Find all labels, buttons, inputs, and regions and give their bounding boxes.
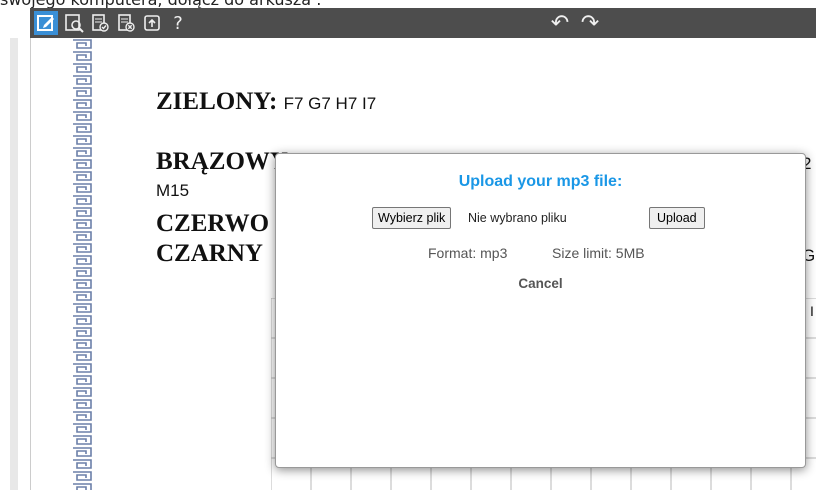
undo-icon[interactable]: ↶ (548, 11, 572, 36)
upload-icon[interactable] (140, 11, 164, 35)
sheet-line-brown: BRĄZOWY (156, 148, 288, 175)
cancel-button[interactable]: Cancel (276, 276, 805, 291)
page-caption: swojego komputera, dołącz do arkusza : (0, 0, 816, 8)
sheet-line-black: CZARNY (156, 240, 263, 267)
upload-dialog: Upload your mp3 file: Wybierz plik Nie w… (275, 153, 806, 468)
dialog-title: Upload your mp3 file: (458, 173, 623, 190)
edit-icon[interactable] (34, 11, 58, 35)
toolbar: ? ↶ ↷ (30, 8, 816, 38)
check-sheet-icon[interactable] (88, 11, 112, 35)
preview-icon[interactable] (62, 11, 86, 35)
help-icon[interactable]: ? (166, 11, 190, 35)
sheet-shadow (10, 38, 18, 490)
sheet-line-red: CZERWO (156, 210, 270, 237)
size-limit-info: Size limit: 5MB (552, 245, 645, 261)
no-file-chosen-text: Nie wybrano pliku (468, 211, 567, 225)
sheet-line-m15: M15 (156, 181, 190, 200)
redo-icon[interactable]: ↷ (578, 11, 602, 36)
sheet-line-green: ZIELONY: F7 G7 H7 I7 (156, 88, 377, 115)
decorative-border (71, 38, 95, 490)
format-info: Format: mp3 (428, 245, 508, 261)
upload-button[interactable]: Upload (649, 207, 705, 229)
choose-file-button[interactable]: Wybierz plik (372, 207, 452, 229)
cancel-sheet-icon[interactable] (114, 11, 138, 35)
